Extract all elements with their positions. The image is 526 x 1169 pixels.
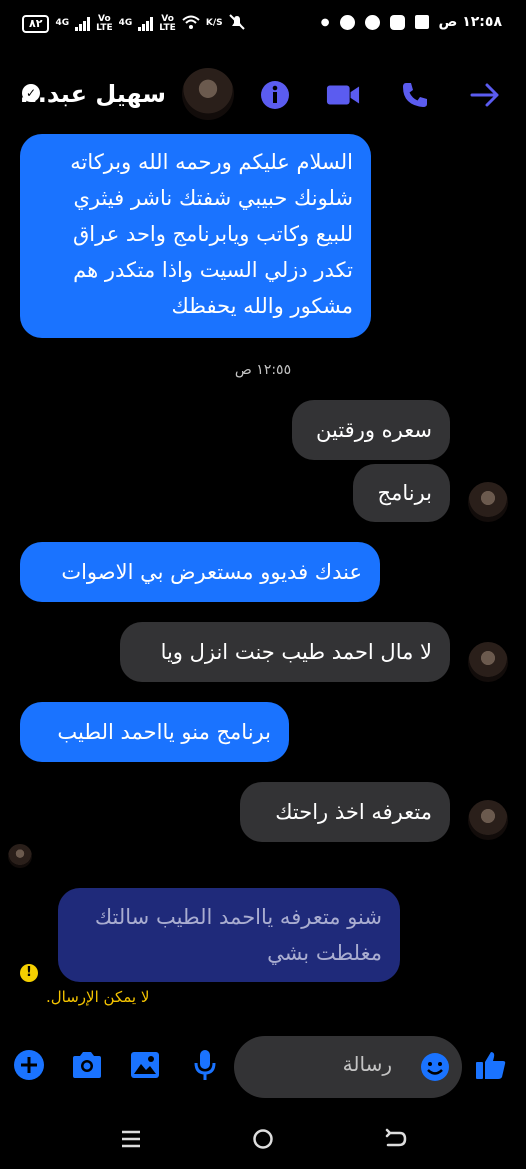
recent-apps-icon[interactable] [120, 1128, 142, 1154]
like-thumb-icon[interactable] [474, 1048, 508, 1082]
snapchat-notif-icon [389, 14, 405, 30]
contact-avatar-small [468, 800, 508, 840]
chat-header: ✓ سهيل عبد... [0, 60, 526, 130]
voice-call-icon[interactable] [398, 78, 432, 112]
message-input[interactable]: رسالة [234, 1036, 462, 1098]
send-error-text[interactable]: لا يمكن الإرسال. [46, 988, 149, 1006]
message-bubble-received[interactable]: متعرفه اخذ راحتك [240, 782, 450, 842]
system-nav-bar [0, 1120, 526, 1160]
volte-label-2: Vo LTE [159, 13, 176, 33]
wifi-icon [182, 15, 200, 32]
volte-label-1: Vo LTE [96, 13, 113, 33]
speed-label: K/S [205, 18, 223, 28]
back-arrow-icon[interactable] [468, 78, 502, 112]
emoji-icon[interactable] [420, 1052, 450, 1086]
message-bubble-received[interactable]: برنامج [353, 464, 450, 522]
gallery-notif-icon [414, 15, 429, 29]
plus-icon[interactable] [12, 1048, 46, 1082]
info-icon[interactable] [258, 78, 292, 112]
network-type-2: 4G [118, 18, 133, 28]
seen-avatar [8, 844, 32, 868]
message-bubble-failed[interactable]: شنو متعرفه يااحمد الطيب سالتك مغلطت بشي [58, 888, 400, 982]
message-bubble-sent[interactable]: عندك فديوو مستعرض بي الاصوات [20, 542, 380, 602]
warning-icon: ! [20, 964, 38, 982]
signal-icon [138, 16, 154, 31]
network-type-1: 4G [55, 18, 70, 28]
message-bubble-sent[interactable]: برنامج منو يااحمد الطيب [20, 702, 289, 762]
message-bubble-received[interactable]: سعره ورقتين [292, 400, 450, 460]
camera-icon[interactable] [70, 1048, 104, 1082]
contact-avatar-small [468, 482, 508, 522]
battery-indicator: ٨٢ [22, 14, 50, 33]
video-call-icon[interactable] [326, 78, 360, 112]
home-icon[interactable] [252, 1128, 274, 1154]
gallery-icon[interactable] [128, 1048, 162, 1082]
clock: ١٢:٥٨ ص [438, 14, 503, 30]
messenger-notif-icon [339, 14, 355, 30]
message-timestamp: ١٢:٥٥ ص [234, 362, 292, 378]
back-icon[interactable] [384, 1128, 408, 1154]
signal-icon [75, 16, 91, 31]
contact-avatar[interactable] [182, 68, 234, 120]
contact-avatar-small [468, 642, 508, 682]
contact-name[interactable]: سهيل عبد... [20, 80, 166, 108]
dot-icon: ● [320, 16, 330, 28]
mute-bell-icon [228, 14, 245, 33]
message-bubble-received[interactable]: لا مال احمد طيب جنت انزل ويا [120, 622, 450, 682]
microphone-icon[interactable] [188, 1048, 222, 1082]
status-bar: ٨٢ 4G Vo LTE 4G Vo LTE K/S ● ١٢:٥٨ ص [0, 0, 526, 54]
message-bubble-sent[interactable]: السلام عليكم ورحمه الله وبركاته شلونك حب… [20, 134, 371, 338]
facebook-notif-icon [364, 14, 380, 30]
message-placeholder: رسالة [342, 1052, 392, 1076]
message-composer: رسالة [0, 1036, 526, 1098]
